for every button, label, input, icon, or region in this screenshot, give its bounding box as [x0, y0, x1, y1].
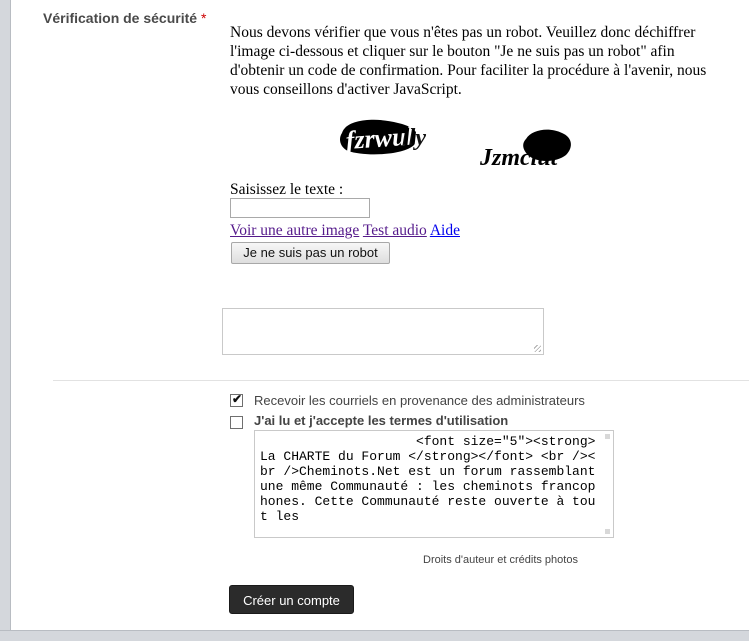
captcha-instructions: Nous devons vérifier que vous n'êtes pas… [230, 24, 707, 98]
terms-checkbox-label[interactable]: J'ai lu et j'accepte les termes d'utilis… [254, 413, 508, 428]
terms-text: <font size="5"><strong>La CHARTE du Foru… [260, 434, 604, 524]
another-image-link[interactable]: Voir une autre image [230, 222, 359, 239]
terms-scrollbar[interactable] [604, 432, 612, 536]
required-marker: * [200, 10, 207, 26]
captcha-links: Voir une autre image Test audio Aide [230, 222, 460, 240]
security-label-text: Vérification de sécurité [43, 10, 198, 26]
captcha-input[interactable] [230, 198, 370, 218]
emails-checkbox[interactable]: ✔ [230, 392, 243, 407]
page-frame-bottom [0, 630, 749, 641]
section-divider [53, 380, 749, 381]
credits-text: Droits d'auteur et crédits photos [423, 554, 578, 566]
create-account-button[interactable]: Créer un compte [229, 585, 354, 614]
scroll-up-icon[interactable] [605, 434, 610, 439]
security-label: Vérification de sécurité * [43, 10, 206, 26]
not-a-robot-button[interactable]: Je ne suis pas un robot [231, 242, 390, 264]
terms-checkbox[interactable] [230, 416, 243, 429]
scroll-down-icon[interactable] [605, 529, 610, 534]
audio-test-link[interactable]: Test audio [363, 222, 427, 239]
captcha-image: fzrwully lly Jzmclut [340, 119, 571, 171]
captcha-word-2-text: Jzmclut [479, 145, 559, 171]
captcha-word-1-tail: lly [402, 125, 426, 151]
checkmark-icon: ✔ [231, 392, 243, 406]
help-link[interactable]: Aide [430, 222, 460, 239]
captcha-word-1: fzrwully lly [340, 119, 434, 155]
captcha-word-2: Jzmclut [479, 129, 571, 171]
page-frame-left [0, 0, 11, 640]
terms-textarea[interactable]: <font size="5"><strong>La CHARTE du Foru… [254, 430, 614, 538]
resize-grip-icon[interactable] [534, 345, 541, 352]
emails-checkbox-label[interactable]: Recevoir les courriels en provenance des… [254, 393, 585, 408]
captcha-response-textarea[interactable] [222, 308, 544, 355]
captcha-enter-label: Saisissez le texte : [230, 181, 344, 198]
